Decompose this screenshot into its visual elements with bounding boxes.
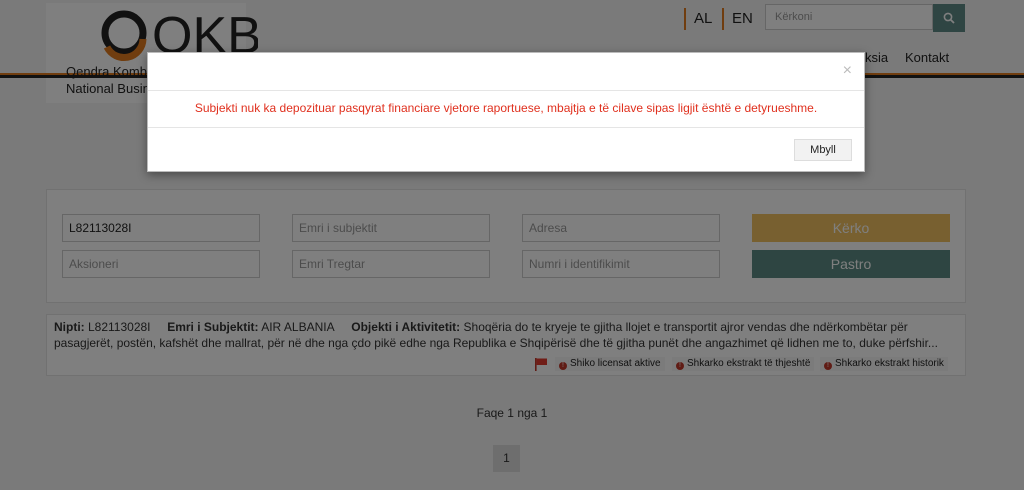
modal-header: × bbox=[148, 53, 864, 91]
close-icon[interactable]: × bbox=[843, 63, 852, 79]
close-button[interactable]: Mbyll bbox=[794, 139, 852, 161]
modal-message: Subjekti nuk ka depozituar pasqyrat fina… bbox=[148, 90, 864, 128]
alert-modal: × Subjekti nuk ka depozituar pasqyrat fi… bbox=[147, 52, 865, 172]
